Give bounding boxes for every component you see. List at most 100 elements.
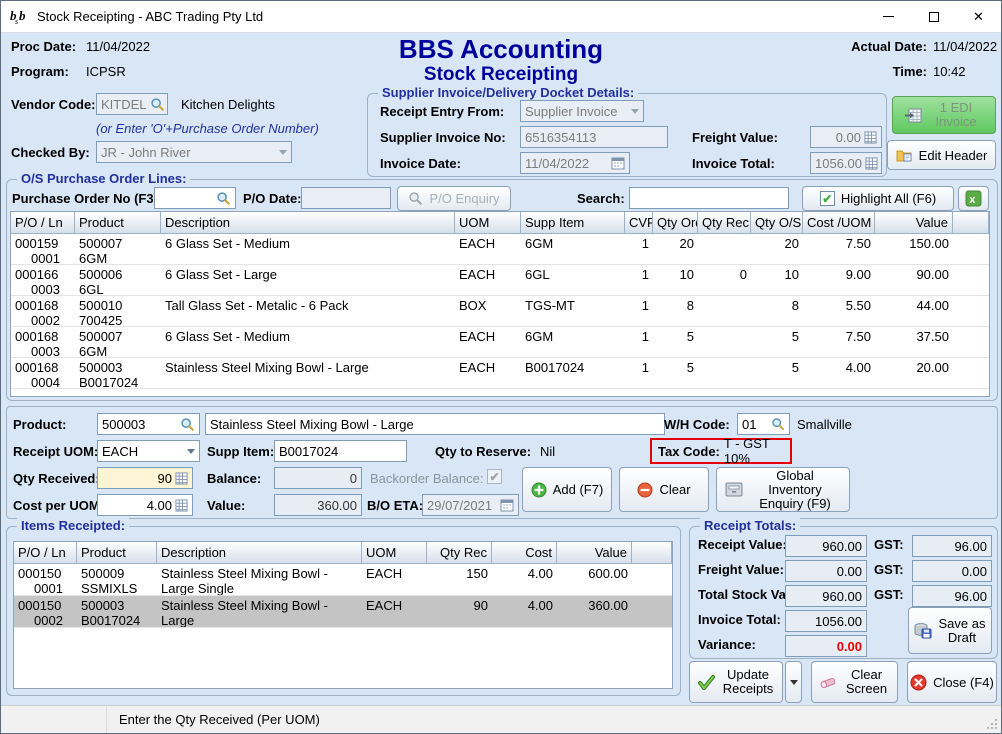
- close-button[interactable]: Close (F4): [907, 661, 997, 703]
- search-icon[interactable]: [180, 417, 195, 432]
- column-header[interactable]: Product: [77, 542, 157, 564]
- search-icon[interactable]: [150, 97, 165, 112]
- cell: [953, 327, 989, 357]
- minimize-button[interactable]: [866, 1, 911, 32]
- calendar-icon[interactable]: [500, 498, 514, 512]
- column-header[interactable]: P/O / Ln: [11, 212, 75, 234]
- qty-received-input[interactable]: 90: [97, 467, 193, 489]
- edi-invoice-button[interactable]: 1 EDI Invoice: [892, 96, 996, 134]
- cell: 5: [653, 327, 698, 357]
- svg-text:b: b: [19, 8, 26, 23]
- search-input[interactable]: [629, 187, 789, 209]
- purchase-order-no-input[interactable]: [154, 187, 236, 209]
- qty-to-reserve-label: Qty to Reserve:: [435, 444, 531, 459]
- receipt-row[interactable]: 0001500002500003B0017024Stainless Steel …: [14, 596, 672, 628]
- calendar-icon[interactable]: [611, 156, 625, 170]
- search-icon[interactable]: [216, 191, 231, 206]
- receipt-row[interactable]: 0001500001500009SSMIXLSStainless Steel M…: [14, 564, 672, 596]
- cell: EACH: [455, 265, 521, 295]
- backorder-checkbox[interactable]: ✔: [487, 469, 502, 484]
- po-date-input[interactable]: [301, 187, 391, 209]
- cell: [953, 358, 989, 388]
- update-receipts-button[interactable]: Update Receipts: [689, 661, 783, 703]
- highlight-all-button[interactable]: ✔ Highlight All (F6): [802, 186, 954, 211]
- po-line-row[interactable]: 00016600035000066GL6 Glass Set - LargeEA…: [11, 265, 989, 296]
- invoice-date-input[interactable]: 11/04/2022: [520, 152, 630, 174]
- maximize-button[interactable]: [911, 1, 956, 32]
- tax-code-highlight: Tax Code: T - GST 10%: [650, 438, 792, 464]
- po-enquiry-button[interactable]: P/O Enquiry: [397, 186, 511, 211]
- save-as-draft-button[interactable]: Save as Draft: [908, 607, 992, 654]
- totals-invoice-total-label: Invoice Total:: [698, 612, 781, 627]
- add-button[interactable]: Add (F7): [522, 467, 612, 512]
- cell: 0001500001: [14, 564, 77, 595]
- column-header[interactable]: Cost: [492, 542, 557, 564]
- clear-screen-button[interactable]: Clear Screen: [811, 661, 898, 703]
- column-header[interactable]: CVF: [625, 212, 653, 234]
- vendor-code-input[interactable]: KITDEL: [96, 93, 168, 115]
- column-header[interactable]: Qty Rec: [698, 212, 751, 234]
- cell: BOX: [455, 296, 521, 326]
- calculator-icon[interactable]: [865, 157, 878, 170]
- column-header[interactable]: Cost /UOM: [803, 212, 875, 234]
- bo-eta-input[interactable]: 29/07/2021: [422, 494, 519, 516]
- resize-grip[interactable]: [995, 727, 997, 729]
- column-header[interactable]: UOM: [362, 542, 427, 564]
- gst-value-field: 0.00: [912, 560, 992, 582]
- column-header[interactable]: Description: [161, 212, 455, 234]
- value-field: 360.00: [274, 494, 362, 516]
- vendor-code-label: Vendor Code:: [11, 97, 96, 112]
- column-header[interactable]: UOM: [455, 212, 521, 234]
- cost-per-uom-input[interactable]: 4.00: [97, 494, 193, 516]
- search-icon[interactable]: [771, 417, 785, 431]
- column-header[interactable]: Qty Ord: [653, 212, 698, 234]
- close-window-button[interactable]: ✕: [956, 1, 1001, 32]
- column-header[interactable]: P/O / Ln: [14, 542, 77, 564]
- column-header[interactable]: Description: [157, 542, 362, 564]
- items-receipted-group: Items Receipted: P/O / LnProductDescript…: [6, 526, 681, 696]
- supp-item-input[interactable]: B0017024: [274, 440, 407, 462]
- cell: 90.00: [875, 265, 953, 295]
- update-receipts-menu-button[interactable]: [785, 661, 802, 703]
- supplier-invoice-no-input[interactable]: 6516354113: [520, 126, 668, 148]
- calculator-icon[interactable]: [864, 131, 877, 144]
- column-header[interactable]: Value: [875, 212, 953, 234]
- calculator-icon[interactable]: [175, 472, 188, 485]
- clear-button[interactable]: Clear: [619, 467, 709, 512]
- cell: 1: [625, 265, 653, 295]
- po-line-row[interactable]: 0001680004500003B0017024Stainless Steel …: [11, 358, 989, 389]
- po-line-row[interactable]: 0001680002500010700425Tall Glass Set - M…: [11, 296, 989, 327]
- global-inventory-enquiry-button[interactable]: Global Inventory Enquiry (F9): [716, 467, 850, 512]
- edit-header-button[interactable]: Edit Header: [887, 140, 996, 170]
- checked-by-select[interactable]: JR - John River: [96, 141, 292, 163]
- product-description-field[interactable]: Stainless Steel Mixing Bowl - Large: [205, 413, 665, 435]
- cell: 20: [653, 234, 698, 264]
- column-header[interactable]: Qty Rec: [427, 542, 492, 564]
- cell: 6GM: [521, 327, 625, 357]
- invoice-total-input[interactable]: 1056.00: [810, 152, 882, 174]
- receipt-uom-select[interactable]: EACH: [97, 440, 200, 462]
- po-lines-group: O/S Purchase Order Lines: Purchase Order…: [6, 179, 998, 401]
- tax-code-value: T - GST 10%: [724, 436, 784, 466]
- edi-invoice-label: 1 EDI Invoice: [928, 101, 984, 129]
- supp-item-label: Supp Item:: [207, 444, 274, 459]
- wh-code-input[interactable]: 01: [737, 413, 790, 435]
- column-header[interactable]: Qty O/S: [751, 212, 803, 234]
- freight-value-input[interactable]: 0.00: [810, 126, 882, 148]
- cell: 0001680003: [11, 327, 75, 357]
- product-input[interactable]: 500003: [97, 413, 200, 435]
- page-title: BBS Accounting: [331, 34, 671, 65]
- column-header[interactable]: Product: [75, 212, 161, 234]
- calculator-icon[interactable]: [175, 499, 188, 512]
- cell: EACH: [362, 596, 427, 627]
- po-date-label: P/O Date:: [243, 191, 302, 206]
- po-line-row[interactable]: 00016800035000076GM6 Glass Set - MediumE…: [11, 327, 989, 358]
- entry-panel: Product: 500003 Stainless Steel Mixing B…: [6, 406, 998, 519]
- cell: Tall Glass Set - Metalic - 6 Pack: [161, 296, 455, 326]
- export-excel-button[interactable]: x: [958, 186, 989, 211]
- column-header[interactable]: Value: [557, 542, 632, 564]
- cell: 0001590001: [11, 234, 75, 264]
- receipt-entry-from-select[interactable]: Supplier Invoice: [520, 100, 644, 122]
- column-header[interactable]: Supp Item: [521, 212, 625, 234]
- po-line-row[interactable]: 00015900015000076GM6 Glass Set - MediumE…: [11, 234, 989, 265]
